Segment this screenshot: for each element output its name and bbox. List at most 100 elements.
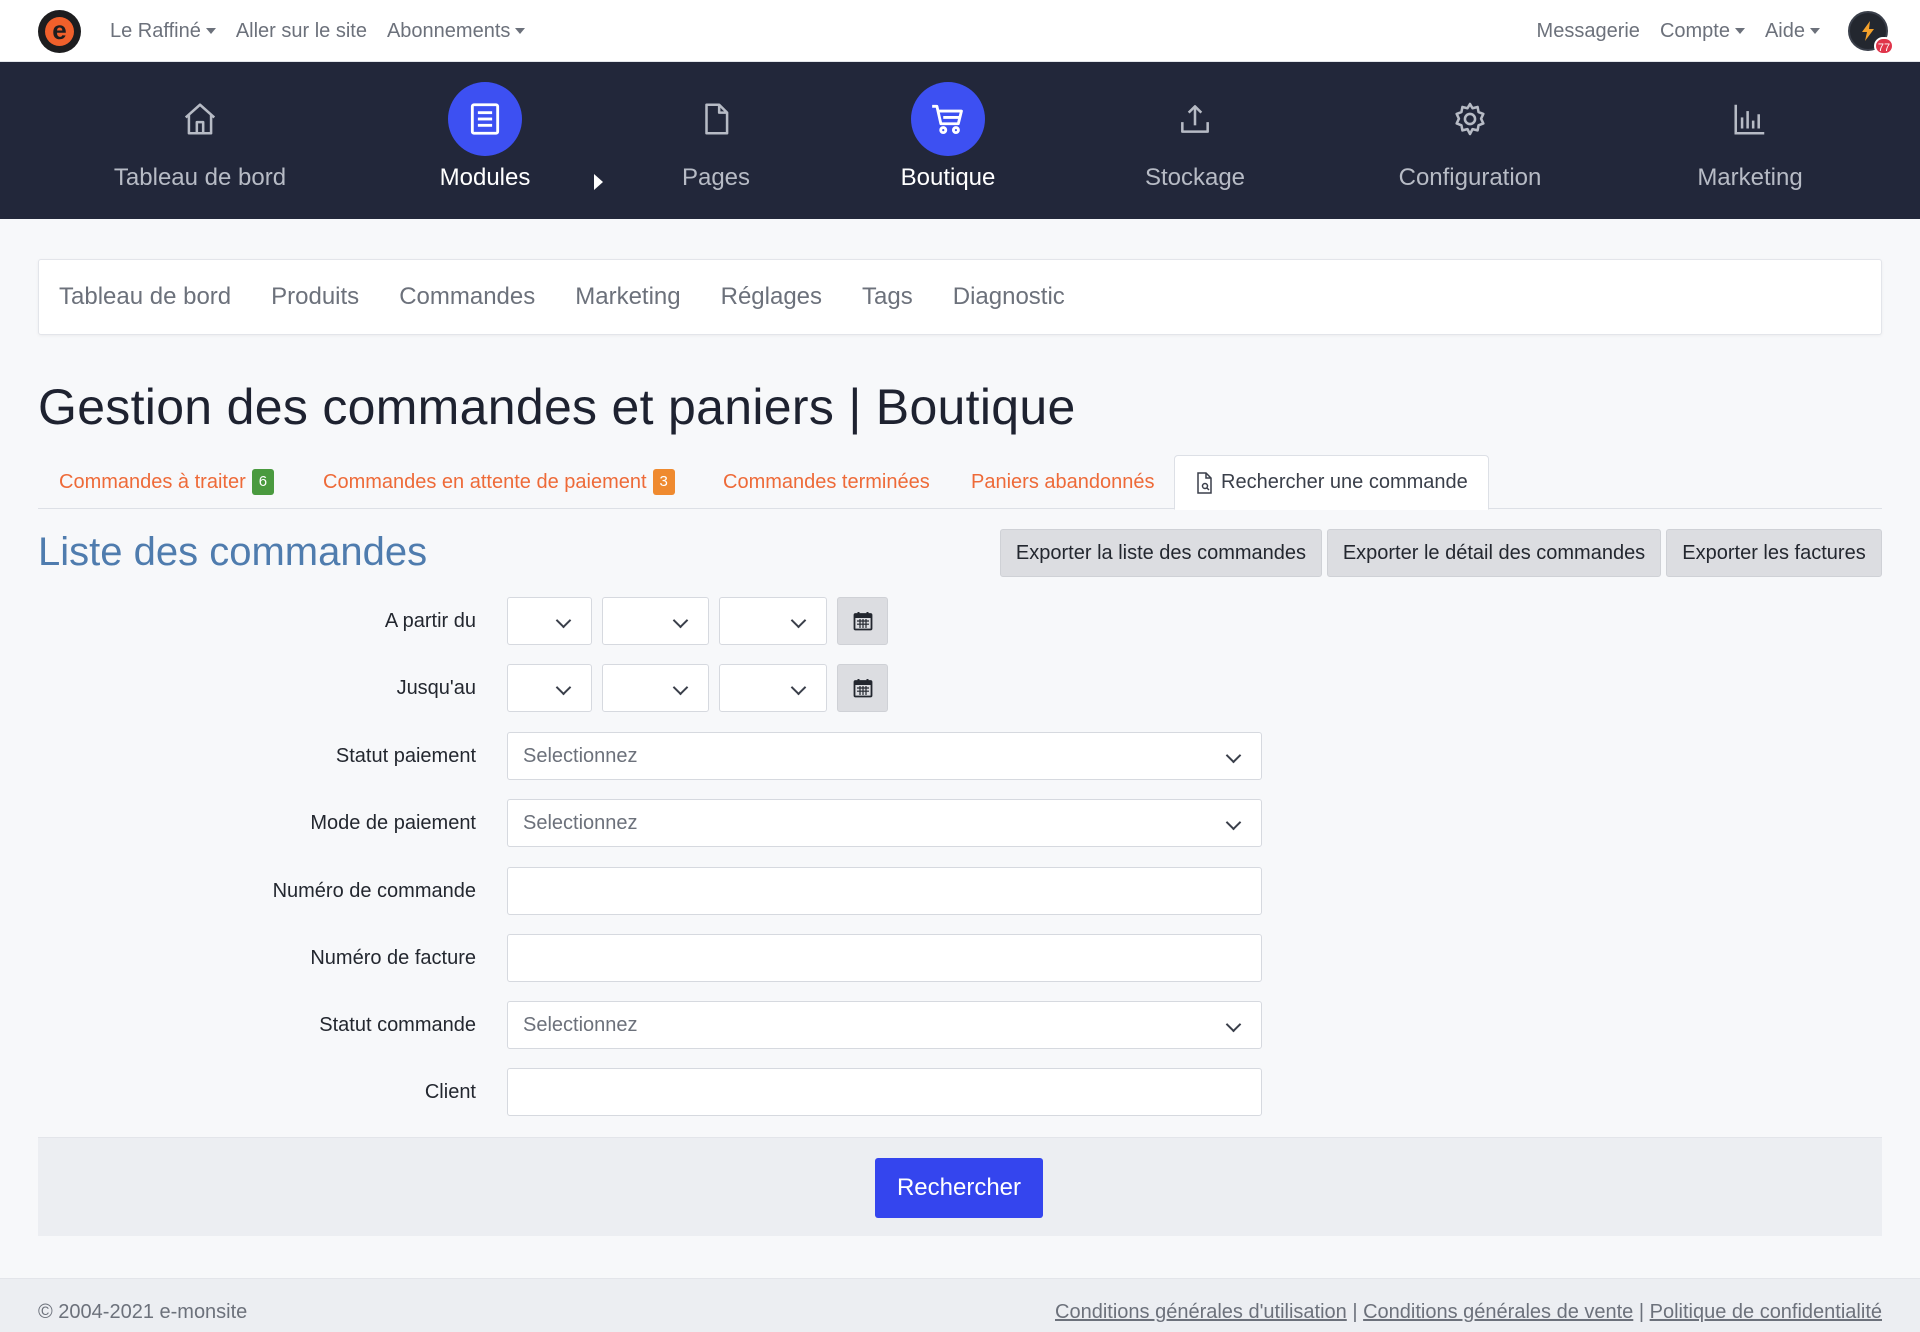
nav-label: Configuration	[1398, 164, 1542, 191]
select-placeholder: Selectionnez	[523, 745, 638, 767]
tab-label: Commandes à traiter	[59, 470, 246, 493]
subnav-item-orders[interactable]: Commandes	[399, 283, 535, 311]
caret-down-icon	[1810, 28, 1820, 34]
nav-item-configuration[interactable]: Configuration	[1340, 62, 1600, 219]
chevron-down-icon	[1225, 747, 1242, 764]
help-menu[interactable]: Aide	[1765, 20, 1820, 43]
account-menu[interactable]: Compte	[1660, 20, 1745, 43]
notifications-avatar[interactable]: 77	[1848, 11, 1894, 55]
go-to-site-label: Aller sur le site	[235, 19, 367, 42]
select-placeholder: Selectionnez	[523, 812, 638, 834]
search-button[interactable]: Rechercher	[875, 1158, 1043, 1218]
calendar-icon	[853, 679, 872, 698]
tab-search-order[interactable]: Rechercher une commande	[1174, 455, 1489, 510]
invoice-number-label: Numéro de facture	[310, 947, 476, 969]
invoice-number-input[interactable]	[507, 934, 1262, 982]
tab-label: Commandes en attente de paiement	[323, 470, 647, 493]
nav-label: Marketing	[1697, 164, 1803, 191]
payment-mode-select[interactable]: Selectionnez	[507, 799, 1262, 847]
payment-mode-label: Mode de paiement	[310, 812, 476, 834]
from-calendar-button[interactable]	[837, 597, 888, 645]
tab-abandoned-carts[interactable]: Paniers abandonnés	[971, 455, 1154, 509]
nav-label: Pages	[681, 164, 751, 191]
caret-down-icon	[205, 28, 216, 34]
select-placeholder: Selectionnez	[523, 1014, 638, 1036]
order-status-label: Statut commande	[319, 1014, 476, 1036]
client-input[interactable]	[507, 1068, 1262, 1116]
from-day-select[interactable]	[507, 597, 592, 645]
subscriptions-menu[interactable]: Abonnements	[386, 19, 526, 43]
shop-sub-nav: Tableau de bord Produits Commandes Marke…	[38, 259, 1882, 335]
export-orders-detail-button[interactable]: Exporter le détail des commandes	[1327, 529, 1661, 577]
tab-orders-awaiting-payment[interactable]: Commandes en attente de paiement 3	[323, 455, 675, 509]
subnav-item-settings[interactable]: Réglages	[721, 283, 822, 311]
to-day-select[interactable]	[507, 664, 592, 712]
to-date-label: Jusqu'au	[396, 677, 476, 699]
to-calendar-button[interactable]	[837, 664, 888, 712]
to-date-row: Jusqu'au	[0, 664, 1920, 712]
count-badge: 6	[251, 469, 275, 495]
nav-label: Modules	[439, 164, 531, 191]
nav-item-storage[interactable]: Stockage	[1065, 62, 1325, 219]
tab-completed-orders[interactable]: Commandes terminées	[723, 455, 930, 509]
nav-label: Boutique	[900, 164, 996, 191]
payment-status-row: Statut paiement Selectionnez	[0, 732, 1920, 780]
subnav-item-products[interactable]: Produits	[271, 283, 359, 311]
top-left-menu: Le Raffiné Aller sur le site Abonnements	[110, 0, 545, 62]
tab-label: Paniers abandonnés	[971, 470, 1155, 493]
terms-of-use-link[interactable]: Conditions générales d'utilisation	[1055, 1301, 1347, 1323]
tab-label: Commandes terminées	[723, 470, 930, 493]
nav-label: Stockage	[1144, 164, 1246, 191]
top-right-menu: Messagerie Compte Aide	[1517, 0, 1820, 62]
to-month-select[interactable]	[602, 664, 709, 712]
subnav-item-tags[interactable]: Tags	[862, 283, 913, 311]
home-icon	[163, 82, 237, 156]
export-invoices-button[interactable]: Exporter les factures	[1666, 529, 1882, 577]
from-month-select[interactable]	[602, 597, 709, 645]
chevron-down-icon	[790, 679, 807, 696]
document-search-icon	[1197, 471, 1212, 494]
chevron-down-icon	[672, 612, 689, 629]
gear-icon	[1433, 82, 1507, 156]
link-separator: |	[1633, 1301, 1650, 1323]
file-icon	[679, 82, 753, 156]
subnav-item-dashboard[interactable]: Tableau de bord	[59, 283, 231, 311]
order-number-input[interactable]	[507, 867, 1262, 915]
site-switcher-menu[interactable]: Le Raffiné	[110, 20, 216, 43]
chevron-down-icon	[555, 679, 572, 696]
tab-orders-to-process[interactable]: Commandes à traiter 6	[59, 455, 275, 509]
tab-label: Rechercher une commande	[1221, 471, 1468, 493]
nav-item-marketing[interactable]: Marketing	[1620, 62, 1880, 219]
from-date-label: A partir du	[384, 610, 476, 632]
copyright: © 2004-2021 e-monsite	[38, 1301, 248, 1323]
invoice-number-row: Numéro de facture	[0, 934, 1920, 982]
account-label: Compte	[1659, 19, 1730, 42]
footer: © 2004-2021 e-monsite Conditions général…	[0, 1278, 1920, 1332]
subnav-item-diagnostic[interactable]: Diagnostic	[953, 283, 1065, 311]
nav-item-modules[interactable]: Modules	[355, 62, 615, 219]
subscriptions-label: Abonnements	[386, 19, 511, 42]
go-to-site-link[interactable]: Aller sur le site	[236, 20, 367, 43]
site-switcher-label: Le Raffiné	[110, 19, 201, 42]
order-status-select[interactable]: Selectionnez	[507, 1001, 1262, 1049]
logo-letter: e	[45, 17, 74, 46]
nav-item-pages[interactable]: Pages	[586, 62, 846, 219]
terms-of-sale-link[interactable]: Conditions générales de vente	[1363, 1301, 1633, 1323]
client-label: Client	[424, 1081, 476, 1103]
e-monsite-logo[interactable]: e	[38, 10, 81, 53]
top-bar: e Le Raffiné Aller sur le site Abonnemen…	[0, 0, 1920, 62]
nav-item-dashboard[interactable]: Tableau de bord	[70, 62, 330, 219]
payment-status-select[interactable]: Selectionnez	[507, 732, 1262, 780]
cart-icon	[911, 82, 985, 156]
subnav-item-marketing[interactable]: Marketing	[575, 283, 680, 311]
upload-icon	[1158, 82, 1232, 156]
nav-item-shop[interactable]: Boutique	[818, 62, 1078, 219]
client-row: Client	[0, 1068, 1920, 1116]
order-status-row: Statut commande Selectionnez	[0, 1001, 1920, 1049]
from-year-select[interactable]	[719, 597, 827, 645]
page-title: Gestion des commandes et paniers | Bouti…	[38, 379, 1076, 435]
export-orders-list-button[interactable]: Exporter la liste des commandes	[1000, 529, 1322, 577]
privacy-policy-link[interactable]: Politique de confidentialité	[1650, 1301, 1882, 1323]
messaging-link[interactable]: Messagerie	[1537, 20, 1640, 43]
to-year-select[interactable]	[719, 664, 827, 712]
